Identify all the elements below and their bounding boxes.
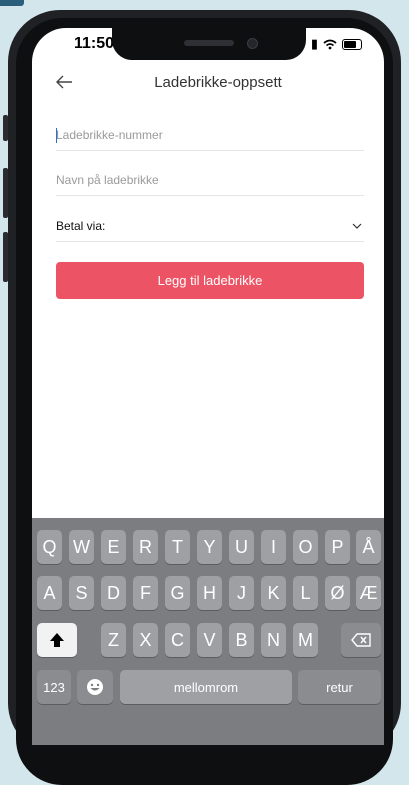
payment-select[interactable]: Betal via: bbox=[56, 215, 364, 242]
key-a[interactable]: A bbox=[37, 576, 62, 610]
backspace-icon bbox=[351, 633, 371, 647]
key-f[interactable]: F bbox=[133, 576, 158, 610]
background-accent-bar bbox=[0, 0, 24, 6]
emoji-key[interactable] bbox=[77, 670, 113, 704]
shift-icon bbox=[50, 633, 64, 647]
key-oe[interactable]: Ø bbox=[325, 576, 350, 610]
key-h[interactable]: H bbox=[197, 576, 222, 610]
phone-notch bbox=[112, 28, 306, 60]
key-l[interactable]: L bbox=[293, 576, 318, 610]
front-camera bbox=[247, 38, 258, 49]
shift-key[interactable] bbox=[37, 623, 77, 657]
tag-number-placeholder: Ladebrikke-nummer bbox=[56, 128, 163, 142]
emoji-icon bbox=[87, 679, 103, 695]
space-key[interactable]: mellomrom bbox=[120, 670, 292, 704]
key-b[interactable]: B bbox=[229, 623, 254, 657]
key-r[interactable]: R bbox=[133, 530, 158, 564]
battery-icon bbox=[342, 38, 362, 50]
key-x[interactable]: X bbox=[133, 623, 158, 657]
chevron-down-icon bbox=[352, 223, 362, 229]
app-screen: 11:50 ▮ Ladebrikke-oppsett Ladebrikke-nu… bbox=[32, 28, 384, 745]
payment-label: Betal via: bbox=[56, 219, 106, 233]
key-i[interactable]: I bbox=[261, 530, 286, 564]
volume-up-button bbox=[3, 168, 8, 218]
key-e[interactable]: E bbox=[101, 530, 126, 564]
keyboard: Q W E R T Y U I O P Å A S D F G H J K L … bbox=[32, 518, 384, 745]
key-w[interactable]: W bbox=[69, 530, 94, 564]
key-q[interactable]: Q bbox=[37, 530, 62, 564]
key-t[interactable]: T bbox=[165, 530, 190, 564]
key-v[interactable]: V bbox=[197, 623, 222, 657]
wifi-icon bbox=[323, 39, 337, 49]
key-ae[interactable]: Æ bbox=[356, 576, 381, 610]
signal-icon: ▮ bbox=[310, 36, 318, 51]
key-n[interactable]: N bbox=[261, 623, 286, 657]
tag-name-placeholder: Navn på ladebrikke bbox=[56, 173, 159, 187]
volume-down-button bbox=[3, 232, 8, 282]
key-m[interactable]: M bbox=[293, 623, 318, 657]
key-g[interactable]: G bbox=[165, 576, 190, 610]
page-title: Ladebrikke-oppsett bbox=[154, 74, 282, 91]
key-j[interactable]: J bbox=[229, 576, 254, 610]
key-p[interactable]: P bbox=[325, 530, 350, 564]
tag-number-field[interactable]: Ladebrikke-nummer bbox=[56, 124, 364, 151]
numbers-key[interactable]: 123 bbox=[37, 670, 71, 704]
return-key[interactable]: retur bbox=[298, 670, 381, 704]
tag-name-field[interactable]: Navn på ladebrikke bbox=[56, 169, 364, 196]
speaker-grille bbox=[184, 40, 234, 46]
status-icons: ▮ bbox=[311, 36, 362, 52]
status-time: 11:50 bbox=[74, 35, 115, 52]
backspace-key[interactable] bbox=[341, 623, 381, 657]
key-z[interactable]: Z bbox=[101, 623, 126, 657]
key-y[interactable]: Y bbox=[197, 530, 222, 564]
add-tag-button[interactable]: Legg til ladebrikke bbox=[56, 262, 364, 299]
key-u[interactable]: U bbox=[229, 530, 254, 564]
key-s[interactable]: S bbox=[69, 576, 94, 610]
key-aa[interactable]: Å bbox=[356, 530, 381, 564]
key-d[interactable]: D bbox=[101, 576, 126, 610]
key-c[interactable]: C bbox=[165, 623, 190, 657]
key-o[interactable]: O bbox=[293, 530, 318, 564]
mute-switch bbox=[3, 115, 8, 141]
key-k[interactable]: K bbox=[261, 576, 286, 610]
